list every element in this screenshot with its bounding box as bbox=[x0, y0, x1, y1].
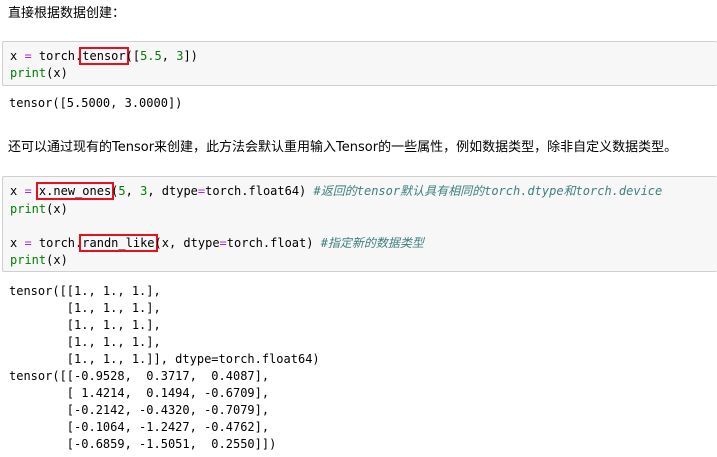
markdown-paragraph: 还可以通过现有的Tensor来创建，此方法会默认重用输入Tensor的一些属性，… bbox=[8, 140, 678, 155]
code-token: ([ bbox=[125, 49, 141, 63]
highlight-box-randn-like: randn_like bbox=[79, 234, 158, 252]
code-line: x = torch.randn_like(x, dtype=torch.floa… bbox=[10, 234, 424, 252]
code-token: x bbox=[10, 49, 25, 63]
output-line: [-0.1064, -1.2427, -0.4762], bbox=[9, 420, 270, 434]
output-line: [1., 1., 1.], bbox=[9, 318, 161, 332]
operator-token: = bbox=[24, 236, 32, 250]
code-token: torch.float64) bbox=[205, 184, 314, 198]
code-token: , bbox=[125, 184, 141, 198]
code-line: x = x.new_ones(5, 3, dtype=torch.float64… bbox=[10, 182, 663, 200]
code-token: (x) bbox=[46, 202, 68, 216]
code-token: torch. bbox=[31, 236, 83, 250]
number-token: 5 bbox=[118, 184, 126, 198]
code-cell-create-from-existing[interactable]: x = x.new_ones(5, 3, dtype=torch.float64… bbox=[2, 176, 717, 272]
code-token: , dtype bbox=[147, 184, 198, 198]
output-line: tensor([[1., 1., 1.], bbox=[9, 284, 161, 298]
builtin-token: print bbox=[10, 66, 47, 80]
highlight-box-new-ones: x.new_ones bbox=[35, 182, 115, 200]
builtin-token: print bbox=[10, 253, 47, 267]
comment-token: #指定新的数据类型 bbox=[320, 236, 424, 250]
output-line: tensor([[-0.9528, 0.3717, 0.4087], bbox=[9, 369, 270, 383]
number-token: 5.5 bbox=[140, 49, 162, 63]
code-token: (x) bbox=[46, 66, 68, 80]
output-line: [1., 1., 1.]], dtype=torch.float64) bbox=[9, 352, 320, 366]
code-line: print(x) bbox=[10, 252, 68, 268]
code-token: , bbox=[161, 49, 177, 63]
code-line: print(x) bbox=[10, 65, 68, 81]
operator-token: = bbox=[24, 49, 32, 63]
markdown-heading: 直接根据数据创建： bbox=[8, 6, 126, 21]
code-token: x bbox=[10, 184, 25, 198]
operator-token: = bbox=[219, 236, 227, 250]
code-line: print(x) bbox=[10, 201, 68, 217]
code-token: (x) bbox=[46, 253, 68, 267]
highlight-box-tensor: tensor bbox=[79, 47, 129, 65]
output-line: [1., 1., 1.], bbox=[9, 335, 161, 349]
builtin-token: print bbox=[10, 202, 47, 216]
code-token: torch.float) bbox=[226, 236, 321, 250]
code-cell-create-tensor[interactable]: x = torch.tensor([5.5, 3]) print(x) bbox=[2, 41, 717, 86]
operator-token: = bbox=[24, 184, 32, 198]
output-line: [-0.2142, -0.4320, -0.7079], bbox=[9, 403, 270, 417]
code-line: x = torch.tensor([5.5, 3]) bbox=[10, 47, 198, 65]
code-token: x bbox=[10, 236, 25, 250]
output-line: [ 1.4214, 0.1494, -0.6709], bbox=[9, 386, 270, 400]
output-line: [1., 1., 1.], bbox=[9, 301, 161, 315]
comment-token: #返回的tensor默认具有相同的torch.dtype和torch.devic… bbox=[313, 184, 663, 198]
code-token: ]) bbox=[183, 49, 198, 63]
cell-output: tensor([5.5000, 3.0000]) bbox=[9, 96, 183, 110]
output-line: [-0.6859, -1.5051, 0.2550]]) bbox=[9, 437, 277, 451]
code-token: torch. bbox=[31, 49, 83, 63]
code-token: (x, dtype bbox=[154, 236, 220, 250]
